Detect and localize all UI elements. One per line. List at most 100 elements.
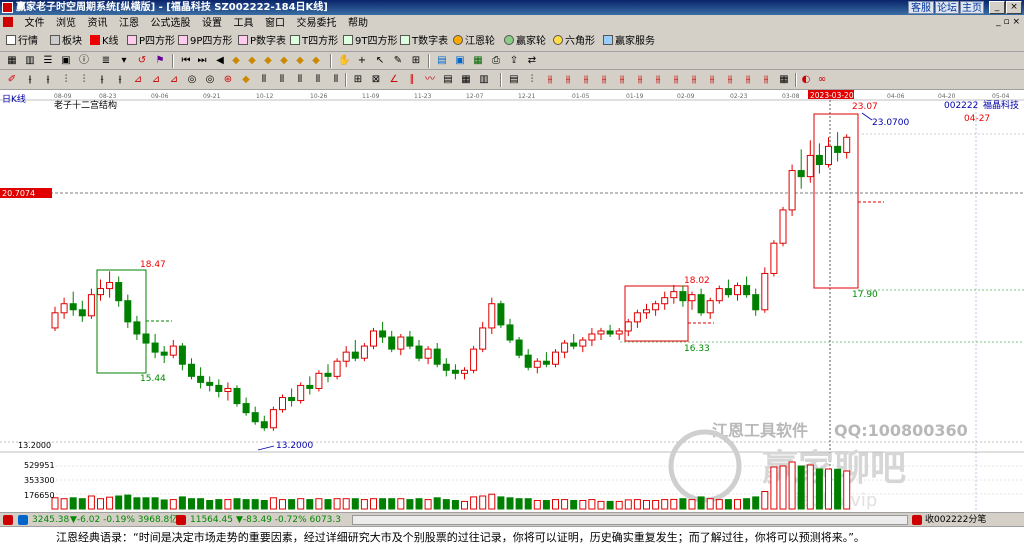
- measure-icon[interactable]: ⊞: [410, 55, 422, 67]
- menu-file[interactable]: 文件: [21, 15, 49, 32]
- period-icon-15[interactable]: ⫵: [760, 74, 772, 86]
- period-icon-9[interactable]: ⫵: [652, 74, 664, 86]
- gann-circle-icon-1[interactable]: ◎: [186, 74, 198, 86]
- hexagon-button[interactable]: 六角形: [553, 35, 595, 49]
- menu-info[interactable]: 资讯: [84, 15, 112, 32]
- horizontal-scrollbar[interactable]: [352, 515, 908, 525]
- period-icon-1[interactable]: ▤: [508, 74, 520, 86]
- gann-wheel-button[interactable]: 江恩轮: [453, 35, 495, 49]
- gann-grid-icon-1[interactable]: ⊞: [352, 74, 364, 86]
- menu-browse[interactable]: 浏览: [52, 15, 80, 32]
- 9p-square-button[interactable]: 9P四方形: [178, 35, 232, 49]
- diamond-icon-1[interactable]: ◆: [230, 55, 242, 67]
- kline-chart-panel[interactable]: 08-09 08-23 09-06 09-21 10-12 10-26 11-09 11-23…: [0, 90, 1024, 511]
- gann-line-icon-1[interactable]: ⫲: [24, 74, 36, 86]
- t-table-button[interactable]: T数字表: [400, 35, 448, 49]
- gann-bars-icon-5[interactable]: ⫴: [330, 74, 342, 86]
- flag-icon[interactable]: ⚑: [154, 55, 166, 67]
- chart-type-icon[interactable]: ▥: [24, 55, 36, 67]
- gann-box-icon-2[interactable]: ▦: [460, 74, 472, 86]
- gann-box-icon-3[interactable]: ▥: [478, 74, 490, 86]
- period-icon-16[interactable]: ▦: [778, 74, 790, 86]
- diamond-icon-4[interactable]: ◆: [278, 55, 290, 67]
- info-icon[interactable]: ⓘ: [78, 55, 90, 67]
- gann-line-icon-6[interactable]: ⫲: [114, 74, 126, 86]
- period-icon-11[interactable]: ⫵: [688, 74, 700, 86]
- menu-window[interactable]: 窗口: [261, 15, 289, 32]
- period-dropdown-icon[interactable]: ▾: [118, 55, 130, 67]
- hand-icon[interactable]: ✋: [338, 55, 350, 67]
- period-icon-13[interactable]: ⫵: [724, 74, 736, 86]
- gann-bars-icon-4[interactable]: ⫴: [312, 74, 324, 86]
- color-icon[interactable]: ◐: [800, 74, 812, 86]
- gann-angle-icon[interactable]: ∠: [388, 74, 400, 86]
- period-icon-6[interactable]: ⫵: [598, 74, 610, 86]
- customer-service-link[interactable]: 客服: [908, 1, 934, 14]
- gann-bars-icon-1[interactable]: ⫴: [258, 74, 270, 86]
- winner-wheel-button[interactable]: 赢家轮: [504, 35, 546, 49]
- gann-diamond-icon[interactable]: ◆: [240, 74, 252, 86]
- menu-window-controls[interactable]: _ ▫ ×: [996, 17, 1020, 27]
- gann-fan-icon-1[interactable]: ⊿: [132, 74, 144, 86]
- right-status[interactable]: 收002222分笔: [925, 513, 986, 527]
- image-icon[interactable]: ▦: [6, 55, 18, 67]
- p-table-button[interactable]: P数字表: [238, 35, 286, 49]
- gann-wave-icon[interactable]: 〰: [424, 74, 436, 86]
- winner-service-button[interactable]: 赢家服务: [603, 35, 655, 49]
- period-icon-3[interactable]: ⫵: [544, 74, 556, 86]
- gann-pencil-icon[interactable]: ✐: [6, 74, 18, 86]
- menu-settings[interactable]: 设置: [198, 15, 226, 32]
- gann-circle-icon-3[interactable]: ⊛: [222, 74, 234, 86]
- pen-icon[interactable]: ✎: [392, 55, 404, 67]
- sector-button[interactable]: 板块: [50, 35, 82, 49]
- gann-line-icon-3[interactable]: ⫶: [60, 74, 72, 86]
- gann-bars-icon-3[interactable]: ⫴: [294, 74, 306, 86]
- save-icon[interactable]: ▣: [454, 55, 466, 67]
- gann-grid-icon-2[interactable]: ⊠: [370, 74, 382, 86]
- menu-tools[interactable]: 工具: [230, 15, 258, 32]
- diamond-icon-6[interactable]: ◆: [310, 55, 322, 67]
- gann-line-icon-2[interactable]: ⫲: [42, 74, 54, 86]
- 9t-square-button[interactable]: 9T四方形: [343, 35, 397, 49]
- gann-line-icon-5[interactable]: ⫲: [96, 74, 108, 86]
- p-square-button[interactable]: P四方形: [127, 35, 175, 49]
- gann-fan-icon-2[interactable]: ⊿: [150, 74, 162, 86]
- menu-formula[interactable]: 公式选股: [147, 15, 195, 32]
- transfer-icon[interactable]: ⇄: [526, 55, 538, 67]
- left-arrow-icon[interactable]: ◀: [214, 55, 226, 67]
- period-icon-7[interactable]: ⫵: [616, 74, 628, 86]
- gann-circle-icon-2[interactable]: ◎: [204, 74, 216, 86]
- period-icon-12[interactable]: ⫵: [706, 74, 718, 86]
- period-icon-4[interactable]: ⫵: [562, 74, 574, 86]
- gann-channel-icon[interactable]: ∥: [406, 74, 418, 86]
- table-icon[interactable]: ▦: [472, 55, 484, 67]
- period-icon-14[interactable]: ⫵: [742, 74, 754, 86]
- gann-bars-icon-2[interactable]: ⫴: [276, 74, 288, 86]
- menu-gann[interactable]: 江恩: [115, 15, 143, 32]
- stack-icon[interactable]: ≣: [100, 55, 112, 67]
- list-icon[interactable]: ☰: [42, 55, 54, 67]
- forum-link[interactable]: 论坛: [935, 1, 959, 14]
- period-icon-5[interactable]: ⫵: [580, 74, 592, 86]
- infinity-icon[interactable]: ∞: [816, 74, 828, 86]
- period-icon-2[interactable]: ⫶: [526, 74, 538, 86]
- window-icon[interactable]: ▤: [436, 55, 448, 67]
- homepage-link[interactable]: 主页: [960, 1, 984, 14]
- menu-app-icon[interactable]: [0, 15, 17, 32]
- close-button[interactable]: ×: [1006, 1, 1022, 14]
- diamond-icon-5[interactable]: ◆: [294, 55, 306, 67]
- period-icon-10[interactable]: ⫵: [670, 74, 682, 86]
- period-icon-8[interactable]: ⫵: [634, 74, 646, 86]
- first-icon[interactable]: ⏮: [180, 55, 192, 67]
- gann-box-icon-1[interactable]: ▤: [442, 74, 454, 86]
- diamond-icon-2[interactable]: ◆: [246, 55, 258, 67]
- refresh-icon[interactable]: ↺: [136, 55, 148, 67]
- quotes-button[interactable]: 行情: [6, 35, 38, 49]
- kline-button[interactable]: K线: [90, 35, 119, 49]
- crosshair-icon[interactable]: +: [356, 55, 368, 67]
- kline-chart[interactable]: 08-09 08-23 09-06 09-21 10-12 10-26 11-09 11-23…: [0, 90, 1024, 511]
- frame-icon[interactable]: ▣: [60, 55, 72, 67]
- arrow-icon[interactable]: ↖: [374, 55, 386, 67]
- gann-fan-icon-3[interactable]: ⊿: [168, 74, 180, 86]
- last-icon[interactable]: ⏭: [196, 55, 208, 67]
